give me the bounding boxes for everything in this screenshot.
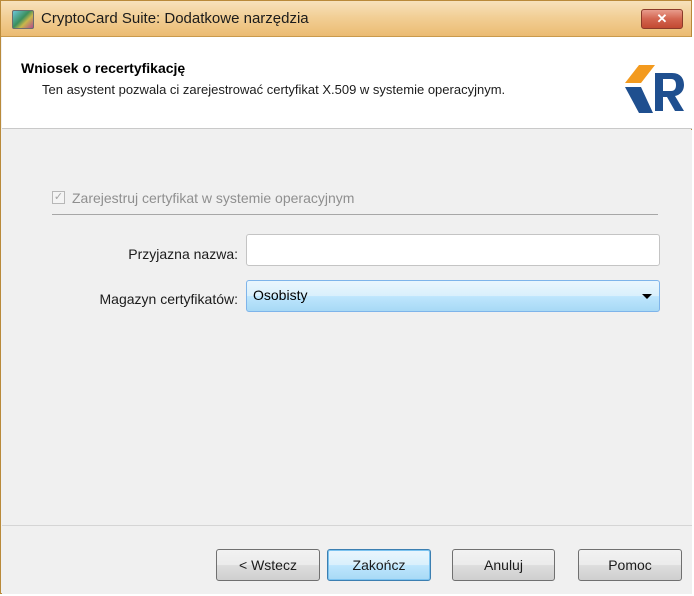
friendly-name-label: Przyjazna nazwa: — [128, 246, 238, 262]
separator — [52, 214, 658, 215]
chevron-down-icon — [642, 294, 652, 299]
back-button[interactable]: < Wstecz — [216, 549, 320, 581]
app-icon — [12, 10, 34, 29]
cancel-button[interactable]: Anuluj — [452, 549, 555, 581]
close-icon: ✕ — [656, 11, 668, 26]
wizard-content: ✓ Zarejestruj certyfikat w systemie oper… — [2, 130, 692, 525]
dialog-window: CryptoCard Suite: Dodatkowe narzędzia ✕ … — [0, 0, 692, 594]
wizard-header: Wniosek o recertyfikację Ten asystent po… — [2, 37, 692, 129]
logo-orange-chevron — [625, 65, 655, 83]
register-checkbox[interactable]: ✓ — [52, 191, 65, 204]
window-title: CryptoCard Suite: Dodatkowe narzędzia — [41, 10, 309, 27]
cert-store-label: Magazyn certyfikatów: — [99, 291, 239, 307]
title-bar[interactable]: CryptoCard Suite: Dodatkowe narzędzia ✕ — [1, 1, 691, 37]
logo-blue-chevron — [625, 87, 653, 113]
button-bar: < Wstecz Zakończ Anuluj Pomoc — [2, 525, 692, 594]
header-description: Ten asystent pozwala ci zarejestrować ce… — [42, 82, 506, 97]
logo-r-letter — [655, 73, 684, 111]
friendly-name-input[interactable] — [246, 234, 660, 266]
finish-button[interactable]: Zakończ — [327, 549, 431, 581]
cert-store-selected-value: Osobisty — [253, 287, 308, 303]
help-button[interactable]: Pomoc — [578, 549, 682, 581]
header-title: Wniosek o recertyfikację — [21, 60, 186, 76]
ccr-logo-icon — [625, 65, 684, 113]
register-checkbox-label: Zarejestruj certyfikat w systemie operac… — [72, 190, 355, 206]
cert-store-dropdown[interactable]: Osobisty — [246, 280, 660, 312]
close-button[interactable]: ✕ — [641, 9, 683, 29]
